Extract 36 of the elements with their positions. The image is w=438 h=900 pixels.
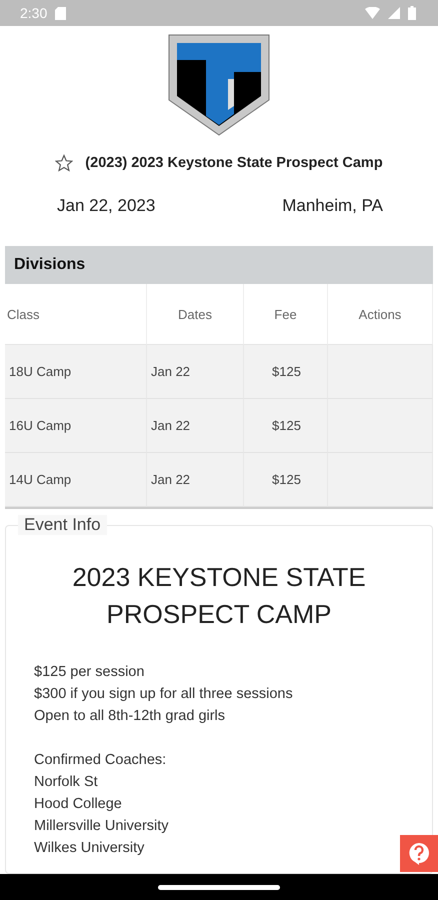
battery-icon (408, 6, 416, 20)
event-info-legend: Event Info (18, 515, 107, 535)
info-line: Wilkes University (34, 839, 146, 858)
column-header: Dates (147, 284, 244, 345)
table-cell: 18U Camp (5, 345, 147, 399)
sd-card-icon (55, 6, 66, 20)
table-cell: Jan 22 (147, 345, 244, 399)
event-title: (2023) 2023 Keystone State Prospect Camp (85, 155, 383, 171)
divisions-header: Divisions (5, 246, 433, 284)
info-line: Millersville University (34, 817, 170, 836)
info-line: $300 if you sign up for all three sessions (34, 685, 294, 704)
table-cell: Jan 22 (147, 399, 244, 453)
help-icon (408, 842, 430, 866)
column-header: Actions (328, 284, 433, 345)
wifi-icon (365, 7, 380, 19)
signal-icon (388, 7, 400, 19)
column-header: Class (5, 284, 147, 345)
table-cell: Jan 22 (147, 453, 244, 507)
info-line: $125 per session (34, 663, 146, 682)
info-line: Confirmed Coaches: (34, 751, 168, 770)
table-cell: $125 (244, 453, 328, 507)
home-handle[interactable] (158, 884, 280, 890)
table-cell: $125 (244, 345, 328, 399)
info-line: Hood College (34, 795, 123, 814)
table-cell: $125 (244, 399, 328, 453)
table-cell: 14U Camp (5, 453, 147, 507)
status-time: 2:30 (20, 5, 48, 21)
table-cell: 16U Camp (5, 399, 147, 453)
favorite-star-icon[interactable] (55, 154, 74, 172)
info-line: Open to all 8th-12th grad girls (34, 707, 226, 726)
help-button[interactable] (400, 835, 438, 872)
event-date: Jan 22, 2023 (57, 196, 156, 216)
column-header: Fee (244, 284, 328, 345)
event-location: Manheim, PA (282, 196, 383, 216)
info-line: Norfolk St (34, 773, 99, 792)
event-info-heading: 2023 KEYSTONE STATE PROSPECT CAMP (71, 561, 367, 631)
